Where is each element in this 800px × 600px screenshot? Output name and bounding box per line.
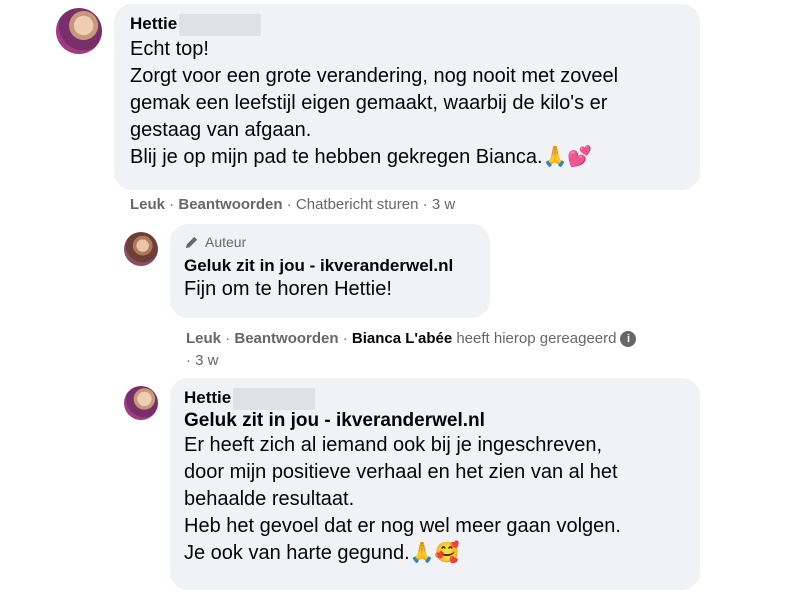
comment-line: Zorgt voor een grote verandering, nog no…	[130, 65, 619, 87]
reply-timestamp-row: · 3 w	[186, 352, 219, 369]
avatar-hettie[interactable]	[56, 8, 102, 54]
author-badge: Auteur	[184, 234, 476, 250]
comment-author[interactable]: Hettie	[130, 14, 684, 36]
reply-line: Heb het gevoel dat er nog wel meer gaan …	[184, 515, 621, 537]
reply-actions: Leuk · Beantwoorden · Bianca L'abée heef…	[186, 330, 637, 348]
timestamp[interactable]: 3 w	[195, 352, 218, 369]
chat-link[interactable]: Chatbericht sturen	[296, 196, 419, 213]
redacted-surname	[233, 388, 316, 410]
reactor-name[interactable]: Bianca L'abée	[352, 330, 452, 347]
reply-button[interactable]: Beantwoorden	[178, 196, 282, 213]
reply-text: Fijn om te horen Hettie!	[184, 278, 392, 300]
reply-line: door mijn positieve verhaal en het zien …	[184, 461, 618, 483]
like-button[interactable]: Leuk	[130, 196, 165, 213]
reply-author[interactable]: Hettie	[184, 388, 686, 410]
reply-author[interactable]: Geluk zit in jou - ikveranderwel.nl	[184, 256, 453, 276]
info-icon[interactable]: i	[620, 331, 637, 348]
comment-line: Echt top!	[130, 38, 209, 60]
reply-bubble: Auteur Geluk zit in jou - ikveranderwel.…	[170, 224, 490, 318]
avatar-bianca[interactable]	[124, 232, 158, 266]
mention-tag[interactable]: Geluk zit in jou - ikveranderwel.nl	[184, 410, 485, 432]
timestamp[interactable]: 3 w	[432, 196, 455, 213]
reply-bubble: Hettie Geluk zit in jou - ikveranderwel.…	[170, 378, 700, 590]
badge-label: Auteur	[205, 234, 247, 250]
reply-line: Je ook van harte gegund.🙏🥰	[184, 542, 460, 564]
like-button[interactable]: Leuk	[186, 330, 221, 347]
comment-line: gestaag van afgaan.	[130, 119, 312, 141]
comment-actions: Leuk · Beantwoorden · Chatbericht sturen…	[130, 196, 456, 213]
reacted-text: heeft hierop gereageerd	[456, 330, 617, 347]
pencil-icon	[185, 236, 198, 248]
comment-bubble: Hettie Echt top! Zorgt voor een grote ve…	[114, 4, 700, 190]
comment-line: gemak een leefstijl eigen gemaakt, waarb…	[130, 92, 608, 114]
redacted-surname	[179, 14, 262, 36]
comment-line: Blij je op mijn pad te hebben gekregen B…	[130, 146, 593, 168]
avatar-hettie[interactable]	[124, 386, 158, 420]
reply-button[interactable]: Beantwoorden	[234, 330, 338, 347]
reply-line: behaalde resultaat.	[184, 488, 355, 510]
reply-line: Er heeft zich al iemand ook bij je inges…	[184, 434, 603, 456]
